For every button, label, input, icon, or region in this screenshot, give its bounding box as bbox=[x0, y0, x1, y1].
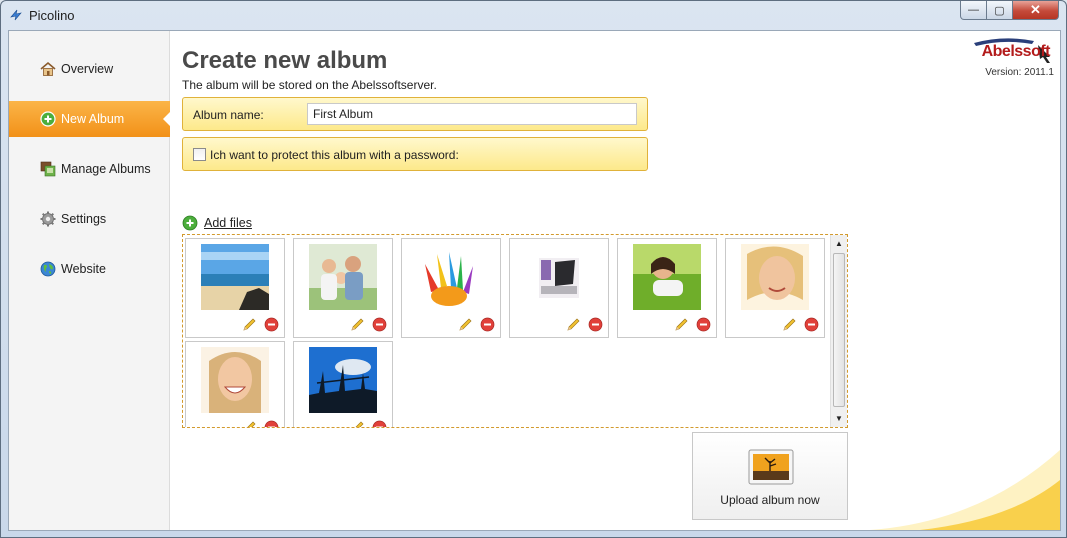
photo-thumbnail[interactable] bbox=[185, 238, 285, 338]
app-icon bbox=[10, 9, 22, 21]
page-title: Create new album bbox=[182, 47, 388, 74]
delete-icon[interactable] bbox=[588, 317, 603, 332]
globe-icon bbox=[40, 261, 56, 277]
photo-beach bbox=[201, 244, 269, 310]
photo-laptop bbox=[525, 244, 593, 310]
sidebar-item-label: Manage Albums bbox=[61, 162, 151, 176]
photo-laughing-woman bbox=[201, 347, 269, 413]
photo-family bbox=[309, 244, 377, 310]
app-window: Picolino — ▢ ✕ Overview New Album Manage… bbox=[0, 0, 1067, 538]
photo-gallery: ▲ ▼ bbox=[182, 234, 848, 428]
sidebar-item-new-album[interactable]: New Album bbox=[9, 101, 171, 137]
delete-icon[interactable] bbox=[804, 317, 819, 332]
scroll-thumb[interactable] bbox=[833, 253, 845, 407]
photo-icon bbox=[748, 449, 794, 485]
photo-thumbnail[interactable] bbox=[185, 341, 285, 428]
photo-thumbnail[interactable] bbox=[509, 238, 609, 338]
password-panel: Ich want to protect this album with a pa… bbox=[182, 137, 648, 171]
page-subtitle: The album will be stored on the Abelssof… bbox=[182, 78, 437, 92]
photo-thumbnail[interactable] bbox=[617, 238, 717, 338]
photo-industrial-sky bbox=[309, 347, 377, 413]
brand-logo-text: Abelssoft bbox=[981, 43, 1051, 60]
gear-icon bbox=[40, 211, 56, 227]
sidebar-item-label: Settings bbox=[61, 212, 107, 226]
edit-pencil-icon[interactable] bbox=[566, 317, 581, 332]
password-checkbox[interactable] bbox=[193, 148, 206, 161]
upload-album-button[interactable]: Upload album now bbox=[692, 432, 848, 520]
sidebar-item-settings[interactable]: Settings bbox=[9, 201, 170, 237]
scroll-down-button[interactable]: ▼ bbox=[831, 410, 847, 426]
delete-icon[interactable] bbox=[264, 317, 279, 332]
add-circle-icon bbox=[40, 111, 56, 127]
sidebar: Overview New Album Manage Albums Setting… bbox=[9, 31, 171, 530]
window-controls: — ▢ ✕ bbox=[960, 1, 1059, 21]
minimize-button[interactable]: — bbox=[960, 1, 987, 20]
edit-pencil-icon[interactable] bbox=[242, 317, 257, 332]
add-files-label[interactable]: Add files bbox=[204, 216, 252, 230]
edit-pencil-icon[interactable] bbox=[350, 317, 365, 332]
add-files-link[interactable]: Add files bbox=[182, 214, 252, 232]
window-title: Picolino bbox=[29, 8, 75, 23]
delete-icon[interactable] bbox=[480, 317, 495, 332]
client-area: Overview New Album Manage Albums Setting… bbox=[8, 30, 1061, 531]
delete-icon[interactable] bbox=[372, 420, 387, 428]
delete-icon[interactable] bbox=[696, 317, 711, 332]
photo-smiling-woman bbox=[741, 244, 809, 310]
delete-icon[interactable] bbox=[264, 420, 279, 428]
sidebar-item-manage-albums[interactable]: Manage Albums bbox=[9, 151, 170, 187]
scroll-up-button[interactable]: ▲ bbox=[831, 235, 847, 251]
photo-painted-hands bbox=[417, 244, 485, 310]
home-icon bbox=[40, 61, 56, 76]
edit-pencil-icon[interactable] bbox=[782, 317, 797, 332]
edit-pencil-icon[interactable] bbox=[674, 317, 689, 332]
photo-thumbnail[interactable] bbox=[293, 238, 393, 338]
delete-icon[interactable] bbox=[372, 317, 387, 332]
title-bar[interactable]: Picolino — ▢ ✕ bbox=[1, 1, 1066, 29]
sidebar-item-label: Website bbox=[61, 262, 106, 276]
main-panel: Create new album The album will be store… bbox=[171, 31, 1060, 530]
album-name-panel: Album name: bbox=[182, 97, 648, 131]
photo-thumbnail[interactable] bbox=[401, 238, 501, 338]
maximize-button[interactable]: ▢ bbox=[987, 1, 1013, 20]
sidebar-item-label: Overview bbox=[61, 62, 114, 76]
upload-album-label: Upload album now bbox=[720, 493, 820, 507]
decorative-swoosh bbox=[870, 450, 1060, 530]
sidebar-item-website[interactable]: Website bbox=[9, 251, 170, 287]
albums-icon bbox=[40, 161, 56, 177]
album-name-label: Album name: bbox=[193, 108, 264, 122]
gallery-scrollbar[interactable]: ▲ ▼ bbox=[830, 235, 847, 427]
sidebar-item-label: New Album bbox=[61, 112, 125, 126]
photo-woman-on-grass bbox=[633, 244, 701, 310]
sidebar-item-overview[interactable]: Overview bbox=[9, 51, 170, 87]
version-label: Version: 2011.1 bbox=[985, 67, 1054, 78]
edit-pencil-icon[interactable] bbox=[242, 420, 257, 428]
add-circle-icon bbox=[182, 215, 198, 231]
photo-thumbnail[interactable] bbox=[725, 238, 825, 338]
album-name-input[interactable] bbox=[307, 103, 637, 125]
password-label[interactable]: Ich want to protect this album with a pa… bbox=[210, 148, 459, 162]
edit-pencil-icon[interactable] bbox=[350, 420, 365, 428]
edit-pencil-icon[interactable] bbox=[458, 317, 473, 332]
close-button[interactable]: ✕ bbox=[1013, 1, 1059, 20]
photo-thumbnail[interactable] bbox=[293, 341, 393, 428]
